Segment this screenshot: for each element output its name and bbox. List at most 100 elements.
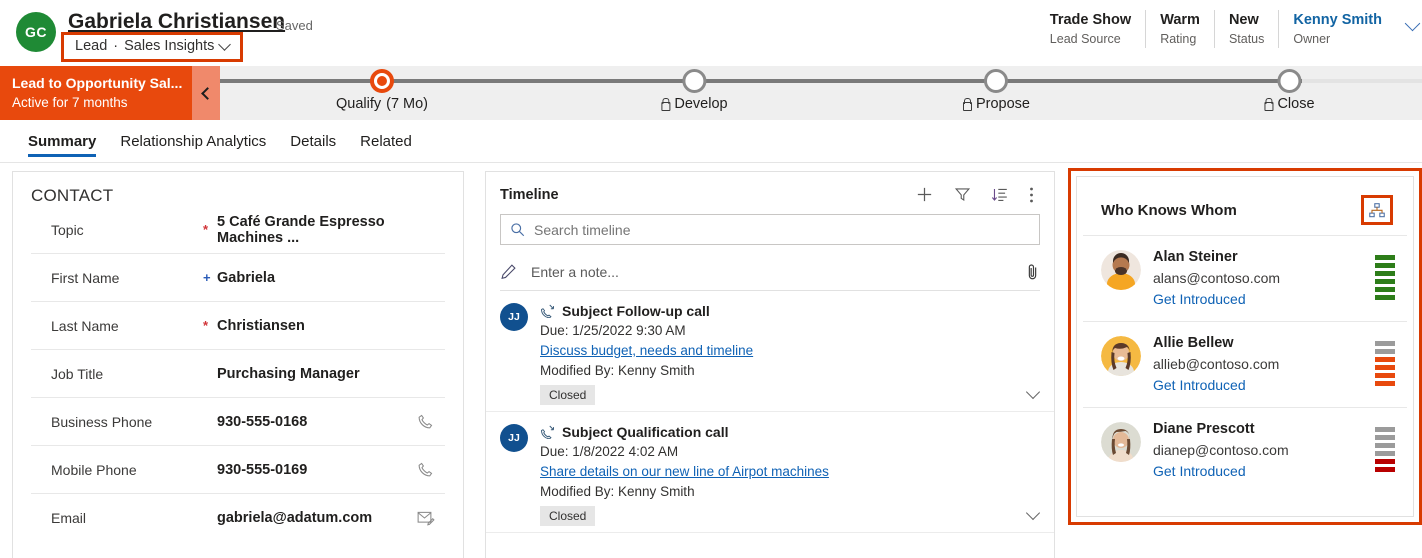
process-name: Lead to Opportunity Sal... — [12, 73, 182, 93]
search-input[interactable] — [534, 222, 1030, 238]
timeline-item[interactable]: JJ Subject Qualification call Due: 1/8/2… — [486, 412, 1054, 533]
field-label: Business Phone — [51, 414, 203, 430]
field-value[interactable]: 5 Café Grande Espresso Machines ... — [217, 214, 417, 246]
header-field-label: Owner — [1293, 30, 1382, 48]
record-avatar: GC — [16, 12, 56, 52]
timeline-header: Timeline — [486, 172, 1054, 212]
field-value[interactable]: Gabriela — [217, 270, 417, 286]
process-stage-develop[interactable]: Develop — [660, 66, 727, 112]
person-name: Allie Bellew — [1153, 333, 1363, 354]
required-indicator-icon: * — [203, 318, 217, 333]
header-field-value[interactable]: Kenny Smith — [1293, 10, 1382, 30]
who-knows-whom-title: Who Knows Whom — [1101, 202, 1361, 219]
timeline-note-entry[interactable]: Enter a note... — [500, 253, 1040, 291]
header-field-label: Lead Source — [1050, 30, 1131, 48]
tab-bar: Summary Relationship Analytics Details R… — [0, 120, 1422, 163]
header-field-rating[interactable]: Warm Rating — [1146, 10, 1215, 48]
person-email: allieb@contoso.com — [1153, 354, 1363, 375]
header-expand-chevron-icon[interactable] — [1405, 16, 1421, 32]
entity-type-label: Lead — [75, 38, 107, 54]
add-icon[interactable] — [915, 185, 934, 204]
timeline-item-modified-by: Modified By: Kenny Smith — [540, 361, 1040, 381]
tab-related[interactable]: Related — [348, 120, 424, 163]
get-introduced-link[interactable]: Get Introduced — [1153, 289, 1363, 310]
who-knows-whom-card: Who Knows Whom — [1076, 176, 1414, 517]
process-name-banner[interactable]: Lead to Opportunity Sal... Active for 7 … — [0, 66, 192, 120]
stage-marker-icon — [370, 69, 394, 93]
header-field-lead-source[interactable]: Trade Show Lead Source — [1036, 10, 1146, 48]
person-name: Diane Prescott — [1153, 419, 1363, 440]
search-icon — [510, 222, 525, 237]
process-stage-close[interactable]: Close — [1263, 66, 1314, 112]
tab-summary[interactable]: Summary — [16, 120, 108, 163]
header-field-label: Status — [1229, 30, 1264, 48]
field-business-phone[interactable]: Business Phone 930-555-0168 — [31, 398, 445, 446]
field-value[interactable]: gabriela@adatum.com — [217, 510, 417, 526]
timeline-item-link[interactable]: Share details on our new line of Airpot … — [540, 462, 1040, 482]
relationship-strength-indicator — [1375, 333, 1395, 386]
entity-app-selector[interactable]: Lead · Sales Insights — [61, 32, 243, 62]
timeline-item-avatar: JJ — [500, 303, 528, 331]
field-mobile-phone[interactable]: Mobile Phone 930-555-0169 — [31, 446, 445, 494]
field-value[interactable]: Christiansen — [217, 318, 417, 334]
phone-icon[interactable] — [417, 413, 445, 430]
contact-card-title: CONTACT — [13, 172, 463, 206]
avatar-initials: GC — [25, 24, 47, 40]
process-stage-propose[interactable]: Propose — [962, 66, 1030, 112]
tab-label: Summary — [28, 133, 96, 150]
avatar — [1101, 336, 1141, 376]
more-options-icon[interactable] — [1029, 186, 1034, 204]
field-value[interactable]: Purchasing Manager — [217, 366, 417, 382]
field-topic[interactable]: Topic * 5 Café Grande Espresso Machines … — [31, 206, 445, 254]
who-knows-whom-person[interactable]: Allie Bellew allieb@contoso.com Get Intr… — [1083, 322, 1407, 408]
header-field-label: Rating — [1160, 30, 1200, 48]
field-label: Topic — [51, 222, 203, 238]
lock-icon — [660, 98, 669, 110]
field-job-title[interactable]: Job Title Purchasing Manager — [31, 350, 445, 398]
person-name: Alan Steiner — [1153, 247, 1363, 268]
get-introduced-link[interactable]: Get Introduced — [1153, 461, 1363, 482]
timeline-item-due: Due: 1/8/2022 4:02 AM — [540, 442, 1040, 462]
timeline-card: Timeline — [485, 171, 1055, 558]
email-icon[interactable] — [417, 510, 445, 526]
tab-details[interactable]: Details — [278, 120, 348, 163]
who-knows-whom-header: Who Knows Whom — [1083, 177, 1407, 236]
process-stage-track: Qualify (7 Mo) Develop Propose — [220, 66, 1422, 120]
timeline-item-modified-by: Modified By: Kenny Smith — [540, 482, 1040, 502]
field-value[interactable]: 930-555-0168 — [217, 414, 417, 430]
who-knows-whom-person[interactable]: Alan Steiner alans@contoso.com Get Intro… — [1083, 236, 1407, 322]
who-knows-whom-person[interactable]: Diane Prescott dianep@contoso.com Get In… — [1083, 408, 1407, 493]
header-field-owner[interactable]: Kenny Smith Owner — [1279, 10, 1396, 48]
process-duration: Active for 7 months — [12, 93, 182, 112]
get-introduced-link[interactable]: Get Introduced — [1153, 375, 1363, 396]
field-value[interactable]: 930-555-0169 — [217, 462, 417, 478]
timeline-item-link[interactable]: Discuss budget, needs and timeline — [540, 341, 1040, 361]
process-stage-qualify[interactable]: Qualify (7 Mo) — [336, 66, 428, 112]
phone-icon[interactable] — [417, 461, 445, 478]
relationship-strength-indicator — [1375, 419, 1395, 472]
stage-marker-icon — [1277, 69, 1301, 93]
header-field-value: New — [1229, 10, 1264, 30]
timeline-title: Timeline — [500, 187, 915, 203]
field-email[interactable]: Email gabriela@adatum.com — [31, 494, 445, 542]
field-last-name[interactable]: Last Name * Christiansen — [31, 302, 445, 350]
tab-relationship-analytics[interactable]: Relationship Analytics — [108, 120, 278, 163]
attachment-icon[interactable] — [1025, 263, 1040, 281]
stage-label: Qualify — [336, 96, 381, 112]
header-field-status[interactable]: New Status — [1215, 10, 1279, 48]
timeline-search-box[interactable] — [500, 214, 1040, 245]
sort-icon[interactable] — [991, 186, 1009, 203]
process-line-tail — [1302, 79, 1422, 83]
status-badge: Closed — [540, 385, 595, 405]
person-email: alans@contoso.com — [1153, 268, 1363, 289]
field-first-name[interactable]: First Name + Gabriela — [31, 254, 445, 302]
relationship-strength-indicator — [1375, 247, 1395, 300]
timeline-item[interactable]: JJ Subject Follow-up call Due: 1/25/2022… — [486, 291, 1054, 412]
avatar — [1101, 250, 1141, 290]
filter-icon[interactable] — [954, 186, 971, 203]
page-title: Gabriela Christiansen — [68, 10, 285, 34]
process-collapse-button[interactable] — [192, 66, 220, 120]
field-label: Email — [51, 510, 203, 526]
org-chart-button[interactable] — [1361, 195, 1393, 225]
lock-icon — [1263, 98, 1272, 110]
